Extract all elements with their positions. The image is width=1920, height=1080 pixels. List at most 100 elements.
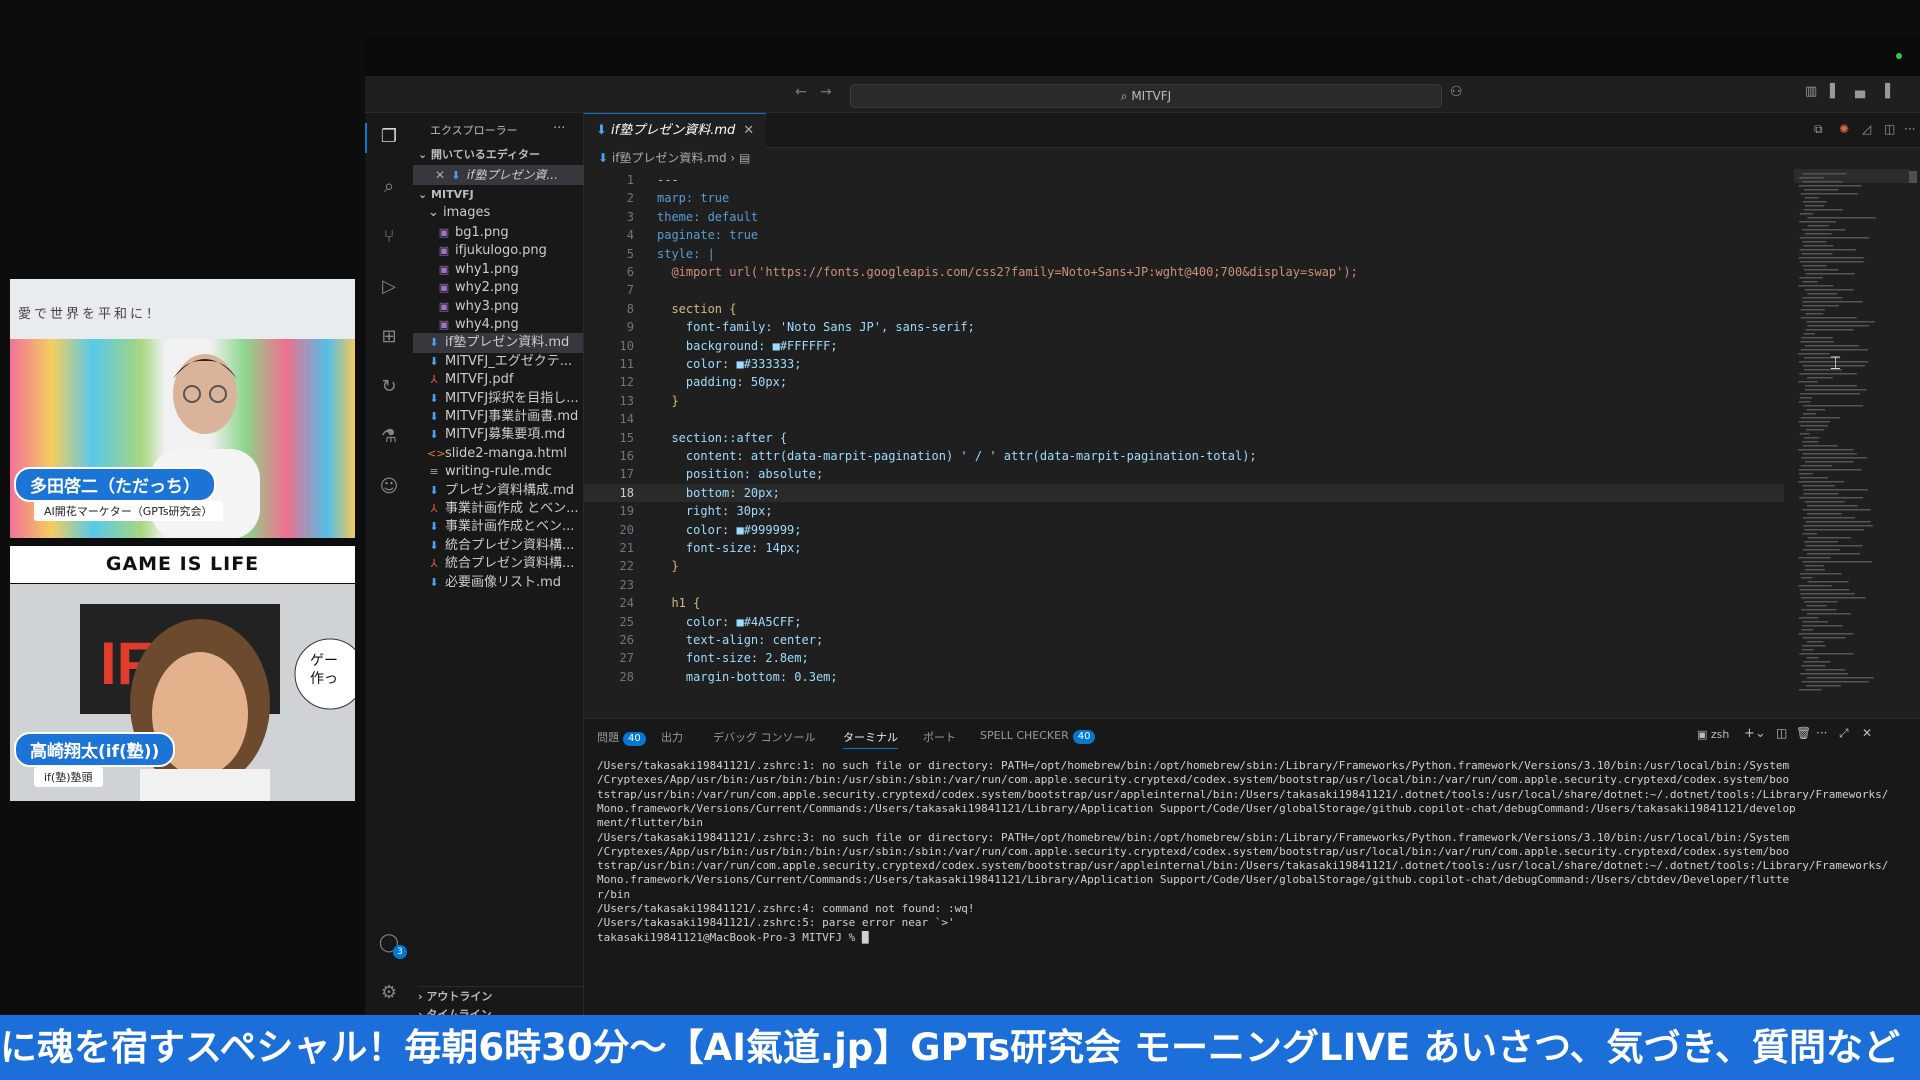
forward-arrow-icon[interactable]: →: [820, 84, 832, 100]
new-terminal-icon[interactable]: +⌄: [1744, 726, 1766, 741]
file-item[interactable]: ⬇ MITVFJ募集要項.md: [413, 425, 583, 445]
split-terminal-icon[interactable]: ◫: [1776, 726, 1787, 740]
editor-tab-active[interactable]: ⬇ if塾プレゼン資料.md ✕: [584, 113, 766, 148]
sidebar-toggle-icon[interactable]: ▌: [1830, 84, 1840, 99]
terminal-line: /Users/takasaki19841121/.zshrc:5: parse …: [597, 916, 955, 930]
code-text: font-size: 14px;: [657, 541, 802, 555]
panel-toggle-icon[interactable]: ▄: [1855, 84, 1865, 99]
panel-tab[interactable]: SPELL CHECKER 40: [980, 729, 1096, 744]
file-name: MITVFJ_エグゼクテ...: [445, 353, 573, 369]
minimap[interactable]: [1794, 169, 1909, 709]
close-icon[interactable]: ✕: [435, 168, 449, 182]
trash-icon[interactable]: 🗑: [1796, 726, 1811, 740]
marp-icon[interactable]: ✺: [1839, 122, 1849, 136]
timeline-icon[interactable]: ◿: [1862, 122, 1871, 136]
terminal-line: Mono.framework/Versions/Current/Commands…: [597, 801, 1796, 815]
outline-section[interactable]: › アウトライン: [418, 986, 583, 1007]
code-lines[interactable]: 1 --- 2 marp: true 3 theme: default 4 paginate:…: [584, 171, 1784, 711]
code-text: text-align: center;: [657, 633, 824, 647]
line-number: 19: [619, 504, 634, 519]
file-item[interactable]: ▣ ifjukulogo.png: [413, 241, 583, 261]
run-debug-icon[interactable]: ▷: [377, 275, 401, 299]
line-number: 5: [626, 246, 634, 261]
more-actions-icon[interactable]: ···: [553, 119, 565, 139]
file-item[interactable]: ⬇ 統合プレゼン資料構...: [413, 536, 583, 556]
panel-tab[interactable]: ポート: [923, 729, 956, 745]
file-item[interactable]: ⬇ MITVFJ採択を目指し...: [413, 389, 583, 409]
extensions-icon[interactable]: ⊞: [377, 325, 401, 349]
close-icon[interactable]: ✕: [743, 123, 754, 138]
code-text: font-family: 'Noto Sans JP', sans-serif;: [657, 320, 975, 335]
line-number: 3: [626, 209, 634, 224]
terminal-output[interactable]: /Users/takasaki19841121/.zshrc:1: no suc…: [584, 759, 1914, 1009]
file-item[interactable]: ▣ bg1.png: [413, 223, 583, 243]
terminal-line: takasaki19841121@MacBook-Pro-3 MITVFJ % …: [597, 930, 869, 944]
testing-icon[interactable]: ⚗: [377, 425, 401, 449]
code-line: 10 background: ■#FFFFFF;: [584, 337, 1784, 355]
maximize-panel-icon[interactable]: ⤢: [1839, 726, 1849, 741]
file-name: プレゼン資料構成.md: [445, 482, 575, 498]
open-editor-item[interactable]: ✕ ⬇ if塾プレゼン資...: [413, 165, 605, 185]
file-item[interactable]: <>slide2-manga.html: [413, 444, 583, 464]
file-item[interactable]: ▣ why2.png: [413, 278, 583, 298]
command-center-search[interactable]: ⌕ MITVFJ: [850, 84, 1442, 108]
line-number: 15: [619, 430, 634, 445]
code-line: 5 style: |: [584, 245, 1784, 263]
file-item[interactable]: ▣ why3.png: [413, 297, 583, 317]
file-item[interactable]: ▣ why4.png: [413, 315, 583, 335]
code-text: @import url('https://fonts.googleapis.co…: [657, 265, 1358, 279]
source-control-icon[interactable]: ⑂: [377, 225, 401, 249]
split-editor-icon[interactable]: ◫: [1884, 122, 1895, 136]
file-item[interactable]: ▣ why1.png: [413, 260, 583, 280]
file-item[interactable]: ⬇ 事業計画作成とベン...: [413, 517, 583, 537]
guest-2-title: if(塾)塾頭: [34, 767, 103, 787]
file-item[interactable]: ⬇ 必要画像リスト.md: [413, 573, 583, 593]
open-editors-section[interactable]: ⌄ 開いているエディター: [418, 145, 540, 165]
editor-area[interactable]: ⬇ if塾プレゼン資料.md ✕ ⧉ ✺ ◿ ◫ ··· ⬇ if塾プレゼン資料.…: [584, 113, 1920, 718]
file-name: MITVFJ事業計画書.md: [445, 409, 579, 424]
panel-tab[interactable]: ターミナル: [843, 729, 898, 749]
close-panel-icon[interactable]: ✕: [1862, 726, 1872, 740]
code-line: 19 right: 30px;: [584, 502, 1784, 520]
copilot-chat-icon[interactable]: ☺: [377, 475, 401, 499]
line-number: 13: [619, 393, 634, 408]
explorer-icon[interactable]: ❐: [377, 125, 401, 149]
file-name: 事業計画作成 とベン...: [445, 501, 579, 516]
code-text: h1 {: [657, 596, 701, 611]
file-item[interactable]: ⅄ MITVFJ.pdf: [413, 370, 583, 390]
file-item[interactable]: ⅄ 統合プレゼン資料構...: [413, 554, 583, 574]
more-actions-icon[interactable]: ···: [1816, 726, 1827, 740]
file-item[interactable]: ⬇ MITVFJ_エグゼクテ...: [413, 352, 583, 372]
back-arrow-icon[interactable]: ←: [795, 84, 807, 100]
editor-tabs: ⬇ if塾プレゼン資料.md ✕ ⧉ ✺ ◿ ◫ ···: [584, 113, 1920, 148]
panel-tab[interactable]: 出力: [661, 729, 683, 745]
search-view-icon[interactable]: ⌕: [377, 175, 401, 199]
file-name: writing-rule.mdc: [445, 464, 552, 480]
file-item[interactable]: ⬇ if塾プレゼン資料.md: [413, 333, 583, 354]
line-number: 24: [619, 596, 634, 611]
layout-toggle-icon[interactable]: ▥: [1805, 84, 1817, 99]
line-number: 16: [619, 449, 634, 463]
line-number: 21: [619, 541, 634, 555]
file-item[interactable]: ⬇ MITVFJ事業計画書.md: [413, 407, 583, 427]
remote-explorer-icon[interactable]: ↻: [377, 375, 401, 399]
settings-gear-icon[interactable]: ⚙: [377, 981, 401, 1005]
file-item[interactable]: ≡ writing-rule.mdc: [413, 462, 583, 482]
line-number: 26: [619, 633, 634, 647]
editor-scrollbar[interactable]: [1909, 171, 1917, 711]
terminal-line: tstrap/usr/bin:/var/run/com.apple.securi…: [597, 787, 1889, 801]
open-preview-icon[interactable]: ⧉: [1814, 122, 1823, 137]
line-number: 23: [619, 577, 634, 592]
more-actions-icon[interactable]: ···: [1904, 122, 1915, 136]
panel-tab[interactable]: デバッグ コンソール: [713, 729, 816, 745]
file-item[interactable]: ⅄ 事業計画作成 とベン...: [413, 499, 583, 519]
folder-images[interactable]: ⌄ images: [428, 203, 490, 223]
file-name: 必要画像リスト.md: [445, 574, 562, 590]
panel-tab[interactable]: 問題 40: [597, 729, 646, 746]
workspace-root[interactable]: ⌄ MITVFJ: [418, 185, 474, 205]
copilot-icon[interactable]: ⚇: [1450, 84, 1463, 100]
terminal-shell-label[interactable]: ▣ zsh: [1697, 728, 1729, 741]
markdown-file-icon: ⬇: [429, 520, 439, 534]
file-item[interactable]: ⬇ プレゼン資料構成.md: [413, 481, 583, 501]
secondary-sidebar-icon[interactable]: ▐: [1880, 84, 1890, 99]
